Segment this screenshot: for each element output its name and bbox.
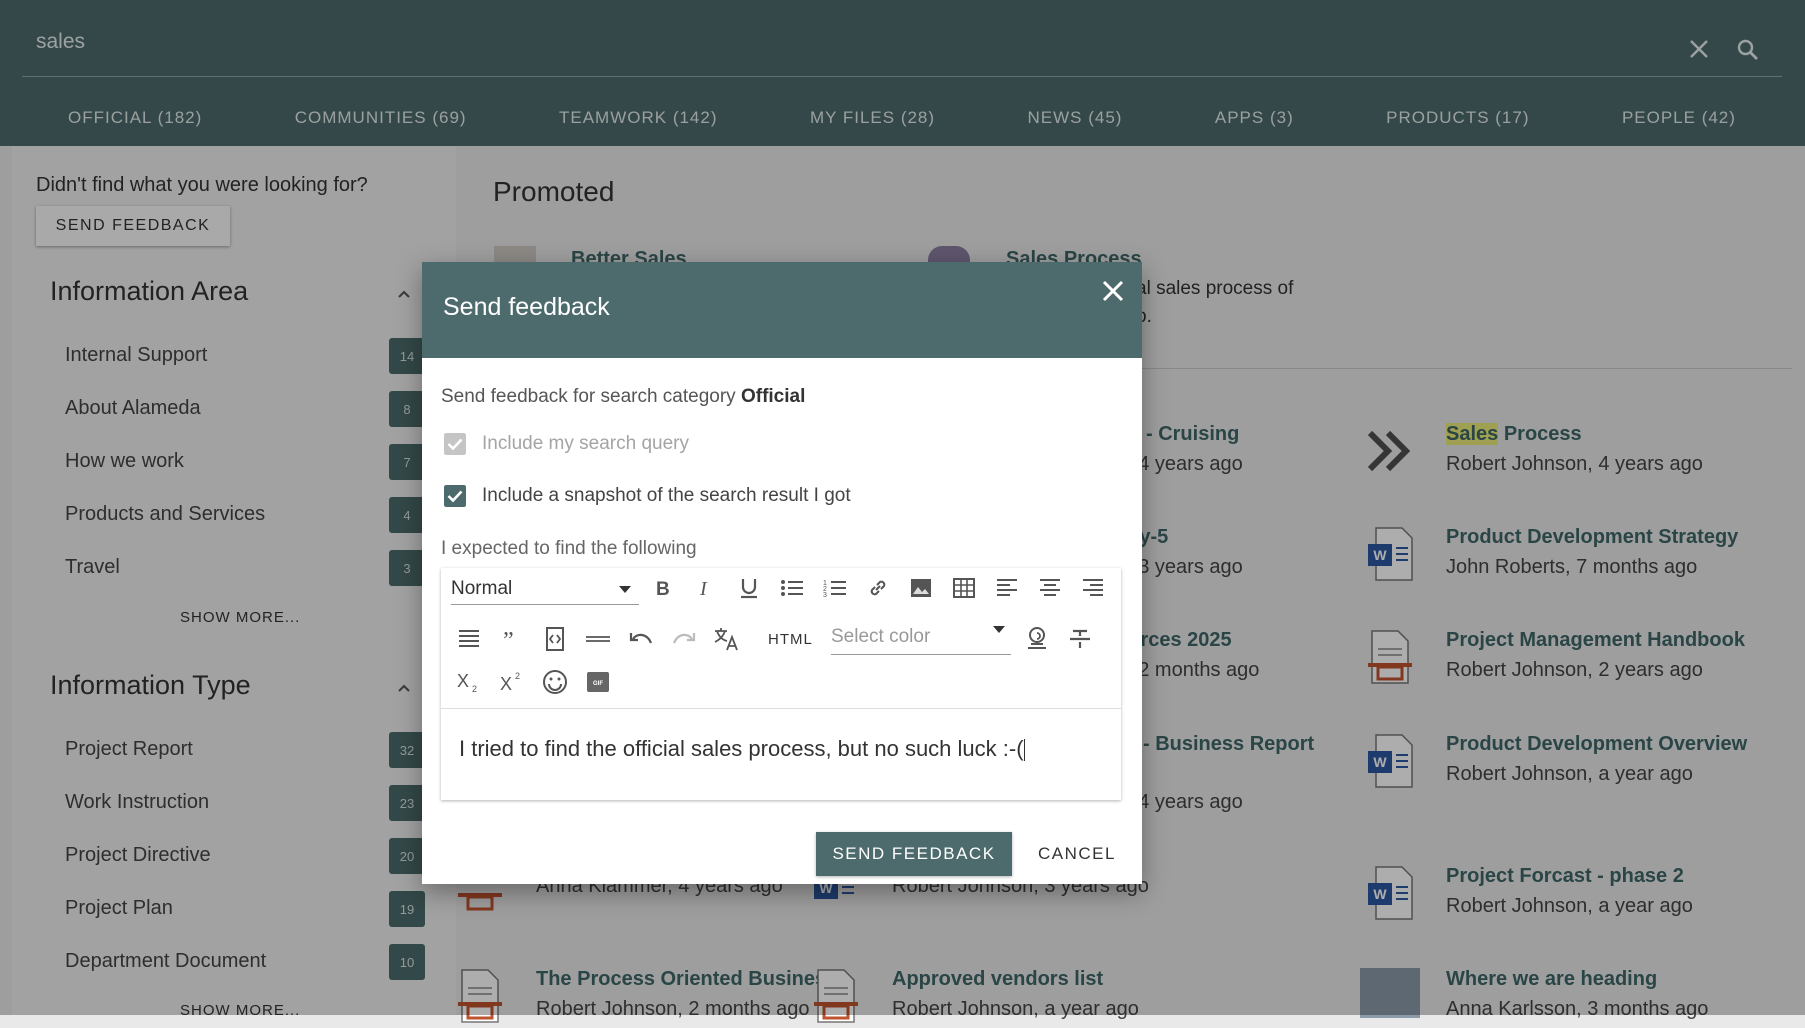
search-category: Official bbox=[740, 386, 806, 407]
subscript-icon[interactable]: X2 bbox=[455, 668, 483, 696]
superscript-icon[interactable]: X2 bbox=[498, 668, 526, 696]
include-snapshot-label: Include a snapshot of the search result … bbox=[482, 485, 851, 506]
underline-icon[interactable] bbox=[735, 574, 763, 602]
table-icon[interactable] bbox=[950, 574, 978, 602]
checkbox-checked-disabled[interactable] bbox=[444, 433, 466, 455]
bullet-list-icon[interactable] bbox=[778, 574, 806, 602]
italic-icon[interactable]: I bbox=[692, 574, 720, 602]
blockquote-icon[interactable]: ” bbox=[498, 625, 526, 653]
dialog-title: Send feedback bbox=[443, 293, 610, 321]
expectation-label: I expected to find the following bbox=[441, 538, 697, 559]
svg-text:GIF: GIF bbox=[593, 681, 603, 687]
dialog-description: Send feedback for search category Offici… bbox=[441, 386, 806, 407]
translate-icon[interactable] bbox=[713, 625, 741, 653]
cancel-button[interactable]: CANCEL bbox=[1027, 832, 1127, 876]
link-icon[interactable] bbox=[864, 574, 892, 602]
align-right-icon[interactable] bbox=[1079, 574, 1107, 602]
svg-text:2: 2 bbox=[515, 671, 520, 681]
checkbox-checked[interactable] bbox=[444, 485, 466, 507]
svg-text:B: B bbox=[656, 579, 670, 598]
stamp-icon[interactable] bbox=[1023, 625, 1051, 653]
numbered-list-icon[interactable]: 123 bbox=[821, 574, 849, 602]
svg-text:X: X bbox=[500, 674, 512, 693]
align-center-icon[interactable] bbox=[1036, 574, 1064, 602]
undo-icon[interactable] bbox=[627, 625, 655, 653]
send-feedback-dialog: Send feedback Send feedback for search c… bbox=[422, 262, 1142, 884]
svg-text:”: ” bbox=[503, 631, 514, 647]
align-left-icon[interactable] bbox=[993, 574, 1021, 602]
include-query-label: Include my search query bbox=[482, 433, 689, 454]
html-source-button[interactable]: HTML bbox=[768, 631, 813, 648]
image-icon[interactable] bbox=[907, 574, 935, 602]
svg-text:X: X bbox=[457, 671, 469, 691]
close-icon[interactable] bbox=[1100, 278, 1126, 304]
gif-icon[interactable]: GIF bbox=[584, 668, 612, 696]
align-justify-icon[interactable] bbox=[455, 625, 483, 653]
svg-text:I: I bbox=[699, 578, 708, 598]
block-format-select[interactable]: Normal bbox=[451, 572, 639, 605]
text-cursor bbox=[1023, 739, 1025, 762]
svg-text:2: 2 bbox=[472, 684, 477, 693]
send-feedback-button[interactable]: SEND FEEDBACK bbox=[816, 832, 1012, 876]
svg-text:3: 3 bbox=[823, 592, 827, 598]
color-select[interactable]: Select color bbox=[831, 620, 1011, 655]
bold-icon[interactable]: B bbox=[649, 574, 677, 602]
redo-icon[interactable] bbox=[670, 625, 698, 653]
feedback-text-area[interactable]: I tried to find the official sales proce… bbox=[459, 736, 1025, 762]
emoji-icon[interactable] bbox=[541, 668, 569, 696]
strikethrough-icon[interactable] bbox=[1066, 625, 1094, 653]
rich-text-editor: Normal B I 123 ” HTML Select color X 2 X… bbox=[441, 568, 1121, 800]
horizontal-rule-icon[interactable] bbox=[584, 625, 612, 653]
code-block-icon[interactable] bbox=[541, 625, 569, 653]
dialog-header: Send feedback bbox=[422, 262, 1142, 358]
editor-toolbar: Normal B I 123 ” HTML Select color X 2 X… bbox=[441, 568, 1121, 709]
